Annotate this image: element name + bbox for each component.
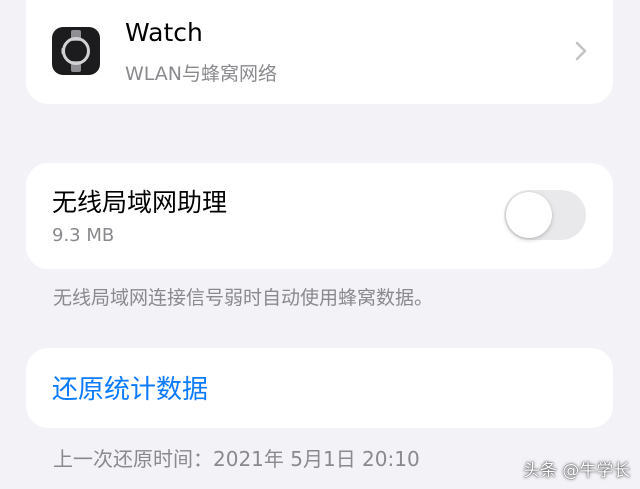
reset-statistics-button[interactable]: 还原统计数据: [52, 369, 208, 406]
wlan-assist-footnote: 无线局域网连接信号弱时自动使用蜂窝数据。: [53, 287, 434, 309]
watch-row-subtitle: WLAN与蜂窝网络: [125, 63, 278, 85]
watch-row-title: Watch: [125, 18, 203, 47]
last-reset-time: 上一次还原时间：2021年 5月1日 20:10: [53, 447, 420, 471]
apple-watch-icon: [52, 27, 100, 75]
wlan-assist-data-usage: 9.3 MB: [52, 225, 115, 246]
wlan-assist-row: 无线局域网助理 9.3 MB: [26, 163, 613, 269]
watch-cellular-row[interactable]: Watch WLAN与蜂窝网络: [26, 0, 613, 104]
toggle-knob: [506, 192, 552, 238]
wlan-assist-toggle[interactable]: [504, 190, 586, 240]
watermark: 头条 @牛学长: [523, 461, 631, 481]
reset-statistics-row[interactable]: 还原统计数据: [26, 348, 613, 428]
chevron-right-icon: [574, 40, 588, 66]
wlan-assist-title: 无线局域网助理: [52, 188, 228, 217]
